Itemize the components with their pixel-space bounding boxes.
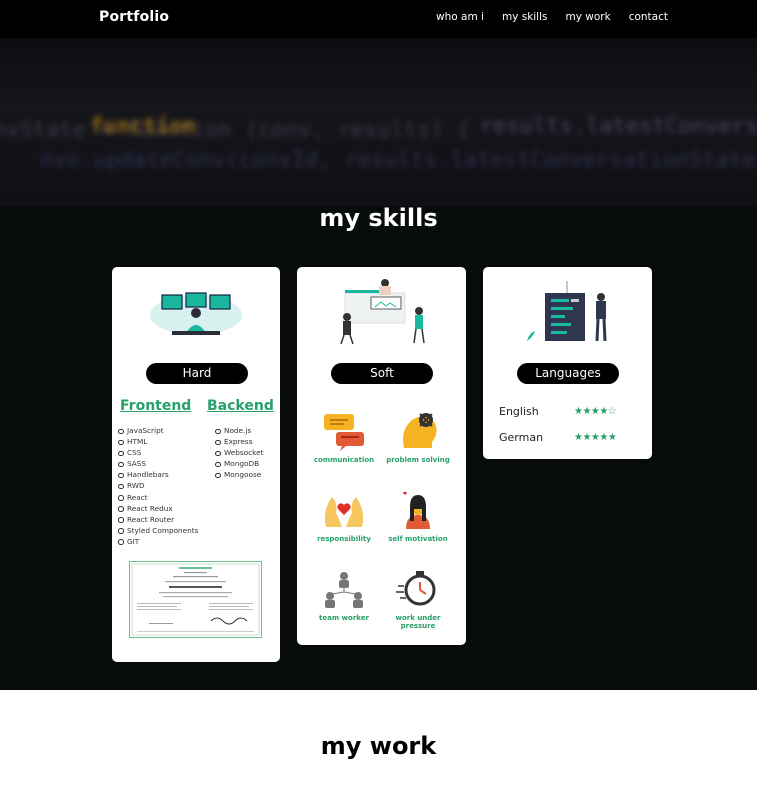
nav-link-my-work[interactable]: my work — [566, 11, 611, 23]
nav-links: who am i my skills my work contact — [436, 11, 668, 23]
language-row-german: German ★★★★★ — [499, 431, 617, 444]
soft-skills-card: Soft communication problem solving respo… — [297, 267, 466, 645]
language-name: English — [499, 405, 539, 418]
team-worker-icon — [325, 572, 363, 608]
list-item: Styled Components — [118, 525, 198, 536]
communication-icon — [324, 414, 364, 451]
list-item: React — [118, 492, 198, 503]
soft-skills-illustration — [340, 279, 425, 345]
soft-item-label: work under pressure — [395, 614, 441, 630]
navbar: Portfolio who am i my skills my work con… — [0, 0, 757, 38]
list-item: JavaScript — [118, 425, 198, 436]
soft-item-label: self motivation — [388, 535, 448, 543]
list-item: HTML — [118, 436, 198, 447]
soft-item-self-motivation: self motivation — [383, 489, 453, 543]
hard-skills-card: Hard Frontend Backend JavaScript HTML CS… — [112, 267, 280, 662]
soft-pill: Soft — [331, 363, 433, 384]
languages-pill: Languages — [517, 363, 619, 384]
list-item: Mongoose — [215, 469, 264, 480]
hero-background-image: onvState = function (conv, results) { fu… — [0, 38, 757, 206]
list-item: React Router — [118, 514, 198, 525]
soft-item-label: problem solving — [386, 456, 450, 464]
soft-item-communication: communication — [309, 410, 379, 464]
backend-list: Node.js Express Websocket MongoDB Mongoo… — [215, 425, 264, 480]
stopwatch-icon — [396, 571, 436, 606]
list-item: Node.js — [215, 425, 264, 436]
list-item: Handlebars — [118, 469, 198, 480]
soft-item-responsibility: responsibility — [309, 489, 379, 543]
backend-title: Backend — [207, 398, 274, 414]
nav-link-who-am-i[interactable]: who am i — [436, 11, 484, 23]
list-item: Express — [215, 436, 264, 447]
skills-title: my skills — [319, 204, 438, 232]
languages-illustration — [527, 281, 607, 342]
problem-solving-icon — [403, 413, 437, 448]
work-title: my work — [320, 732, 437, 760]
star-rating: ★★★★☆ — [574, 406, 617, 417]
nav-link-contact[interactable]: contact — [629, 11, 668, 23]
nav-link-my-skills[interactable]: my skills — [502, 11, 548, 23]
self-motivation-icon — [403, 491, 430, 529]
language-row-english: English ★★★★☆ — [499, 405, 617, 418]
list-item: Websocket — [215, 447, 264, 458]
list-item: CSS — [118, 447, 198, 458]
hard-skills-illustration — [150, 292, 242, 335]
list-item: RWD — [118, 480, 198, 491]
certificate-image[interactable] — [129, 561, 262, 638]
languages-card: Languages English ★★★★☆ German ★★★★★ — [483, 267, 652, 459]
list-item: React Redux — [118, 503, 198, 514]
brand-logo[interactable]: Portfolio — [99, 9, 169, 25]
soft-item-label: responsibility — [317, 535, 371, 543]
soft-item-label: team worker — [319, 614, 369, 622]
language-name: German — [499, 431, 544, 444]
soft-item-work-under-pressure: work under pressure — [383, 568, 453, 630]
frontend-title: Frontend — [120, 398, 192, 414]
frontend-list: JavaScript HTML CSS SASS Handlebars RWD … — [118, 425, 198, 547]
list-item: SASS — [118, 458, 198, 469]
soft-item-team-worker: team worker — [309, 568, 379, 622]
list-item: GIT — [118, 536, 198, 547]
list-item: MongoDB — [215, 458, 264, 469]
hard-pill: Hard — [146, 363, 248, 384]
soft-item-problem-solving: problem solving — [383, 410, 453, 464]
responsibility-icon — [324, 497, 364, 527]
soft-item-label: communication — [313, 456, 375, 464]
star-rating: ★★★★★ — [574, 432, 617, 443]
